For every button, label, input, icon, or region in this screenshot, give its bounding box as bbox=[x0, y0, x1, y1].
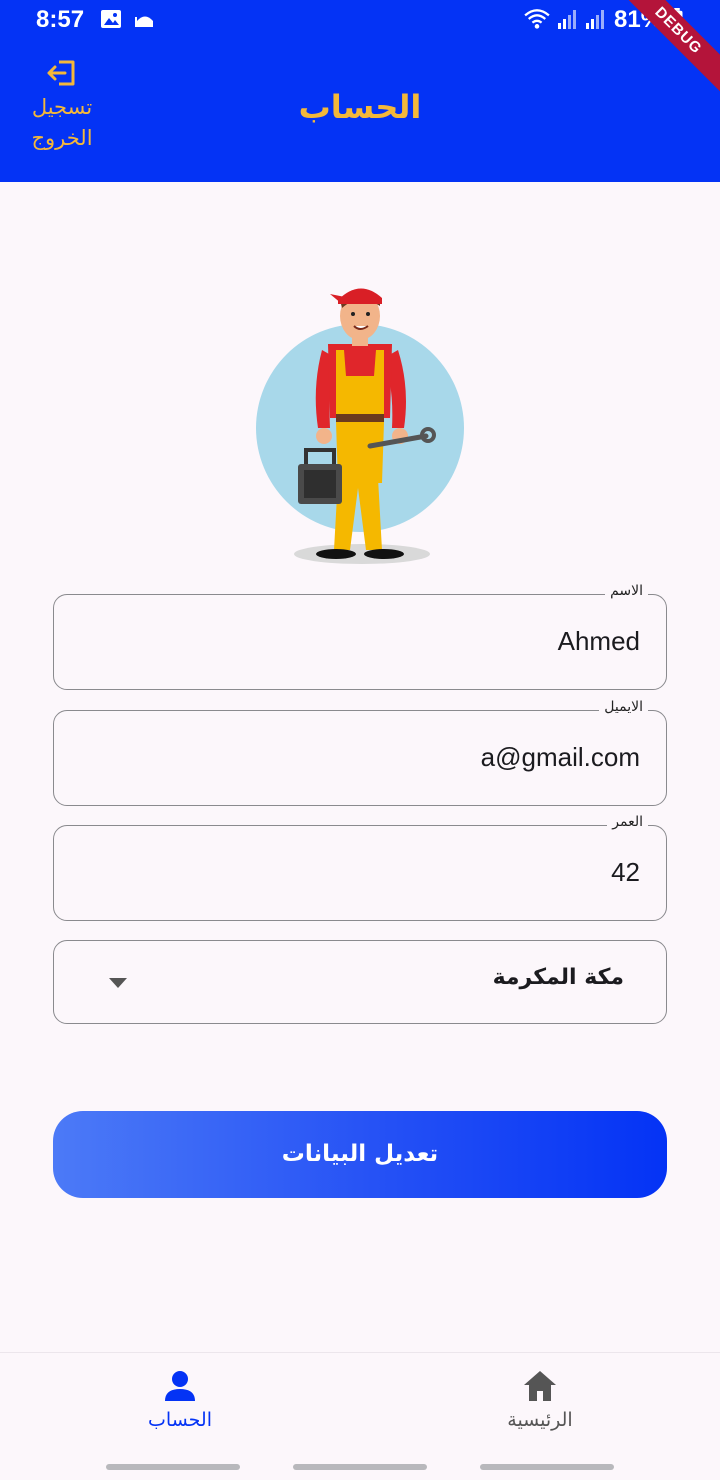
email-field-value: a@gmail.com bbox=[480, 742, 640, 772]
mosque-icon bbox=[135, 16, 153, 27]
city-dropdown[interactable]: مكة المكرمة bbox=[53, 940, 667, 1024]
nav-home-label: الرئيسية bbox=[507, 1409, 573, 1431]
nav-item-account[interactable]: الحساب bbox=[110, 1369, 250, 1431]
city-dropdown-value: مكة المكرمة bbox=[492, 965, 624, 990]
name-field-value: Ahmed bbox=[557, 626, 640, 656]
name-field[interactable]: الاسم Ahmed bbox=[53, 583, 667, 690]
home-icon bbox=[524, 1371, 556, 1401]
worker-avatar bbox=[256, 288, 464, 564]
status-time: 8:57 bbox=[36, 6, 85, 33]
person-icon bbox=[165, 1371, 195, 1401]
logout-label-line2: الخروج bbox=[31, 126, 93, 150]
caret-down-icon bbox=[109, 978, 127, 988]
gesture-handle-right[interactable] bbox=[480, 1464, 614, 1470]
signal-2-icon bbox=[586, 10, 604, 29]
wifi-icon bbox=[524, 9, 550, 29]
signal-1-icon bbox=[558, 10, 576, 29]
name-field-label: الاسم bbox=[605, 583, 648, 599]
edit-data-button[interactable]: تعديل البيانات bbox=[53, 1111, 667, 1198]
page-title: الحساب bbox=[298, 88, 422, 126]
status-bar: 8:57 81% bbox=[0, 0, 720, 40]
bottom-navigation: الحساب الرئيسية bbox=[0, 1352, 720, 1454]
gesture-handle-center[interactable] bbox=[293, 1464, 427, 1470]
nav-account-label: الحساب bbox=[148, 1409, 212, 1431]
gallery-icon bbox=[101, 10, 121, 28]
logout-icon bbox=[47, 60, 75, 86]
email-field[interactable]: الايميل a@gmail.com bbox=[53, 699, 667, 806]
nav-item-home[interactable]: الرئيسية bbox=[470, 1369, 610, 1431]
age-field[interactable]: العمر 42 bbox=[53, 814, 667, 921]
email-field-label: الايميل bbox=[599, 699, 648, 715]
gesture-handle-left[interactable] bbox=[106, 1464, 240, 1470]
system-gesture-bar bbox=[0, 1454, 720, 1480]
age-field-value: 42 bbox=[611, 857, 640, 887]
age-field-label: العمر bbox=[607, 814, 648, 830]
